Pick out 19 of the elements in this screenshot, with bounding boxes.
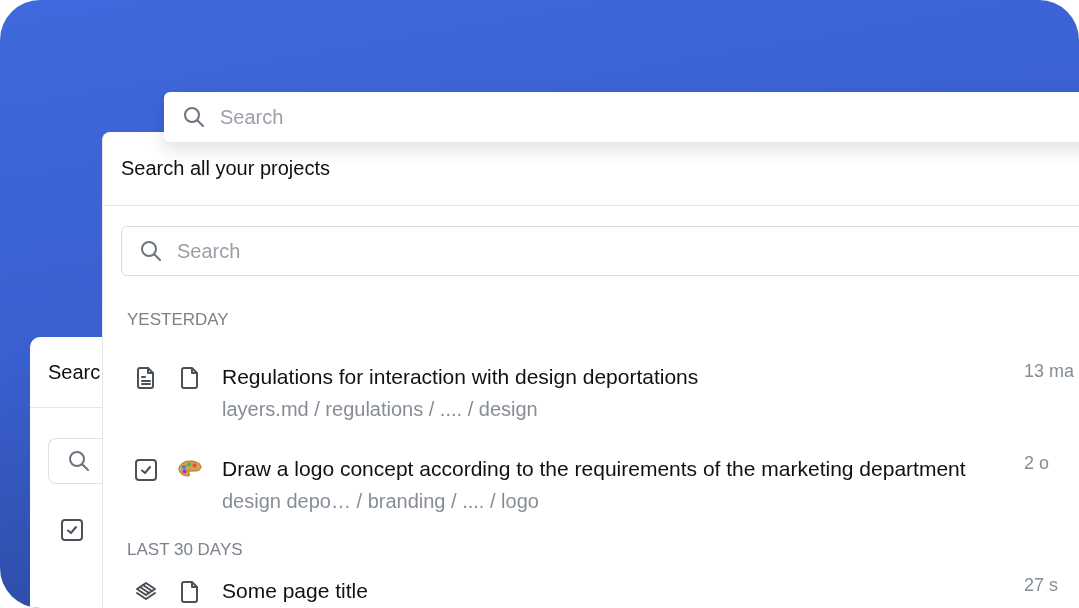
- result-path: layers.md / regulations / .... / design: [222, 397, 539, 422]
- result-title[interactable]: Some page title: [222, 578, 1004, 604]
- section-label: YESTERDAY: [127, 310, 230, 330]
- window-title: Searc: [48, 360, 101, 384]
- checkbox-icon: [60, 518, 84, 542]
- checkbox-icon: [134, 458, 158, 482]
- result-title[interactable]: Draw a logo concept according to the requirements of the marketing department: [222, 456, 1004, 482]
- result-path: design depo… / branding / .... / logo: [222, 489, 540, 514]
- search-icon: [67, 449, 91, 473]
- search-icon: [182, 105, 206, 129]
- section-label: LAST 30 DAYS: [127, 540, 244, 560]
- search-field[interactable]: Search: [164, 92, 1079, 142]
- result-time: 27 s: [1024, 574, 1060, 596]
- result-title[interactable]: Regulations for interaction with design deportations: [222, 364, 1004, 390]
- search-field[interactable]: Search: [121, 226, 1079, 276]
- result-time: 2 o: [1024, 452, 1051, 474]
- result-time: 13 ma: [1024, 360, 1076, 382]
- search-icon: [139, 239, 163, 263]
- window-title: Search all your projects: [121, 157, 330, 180]
